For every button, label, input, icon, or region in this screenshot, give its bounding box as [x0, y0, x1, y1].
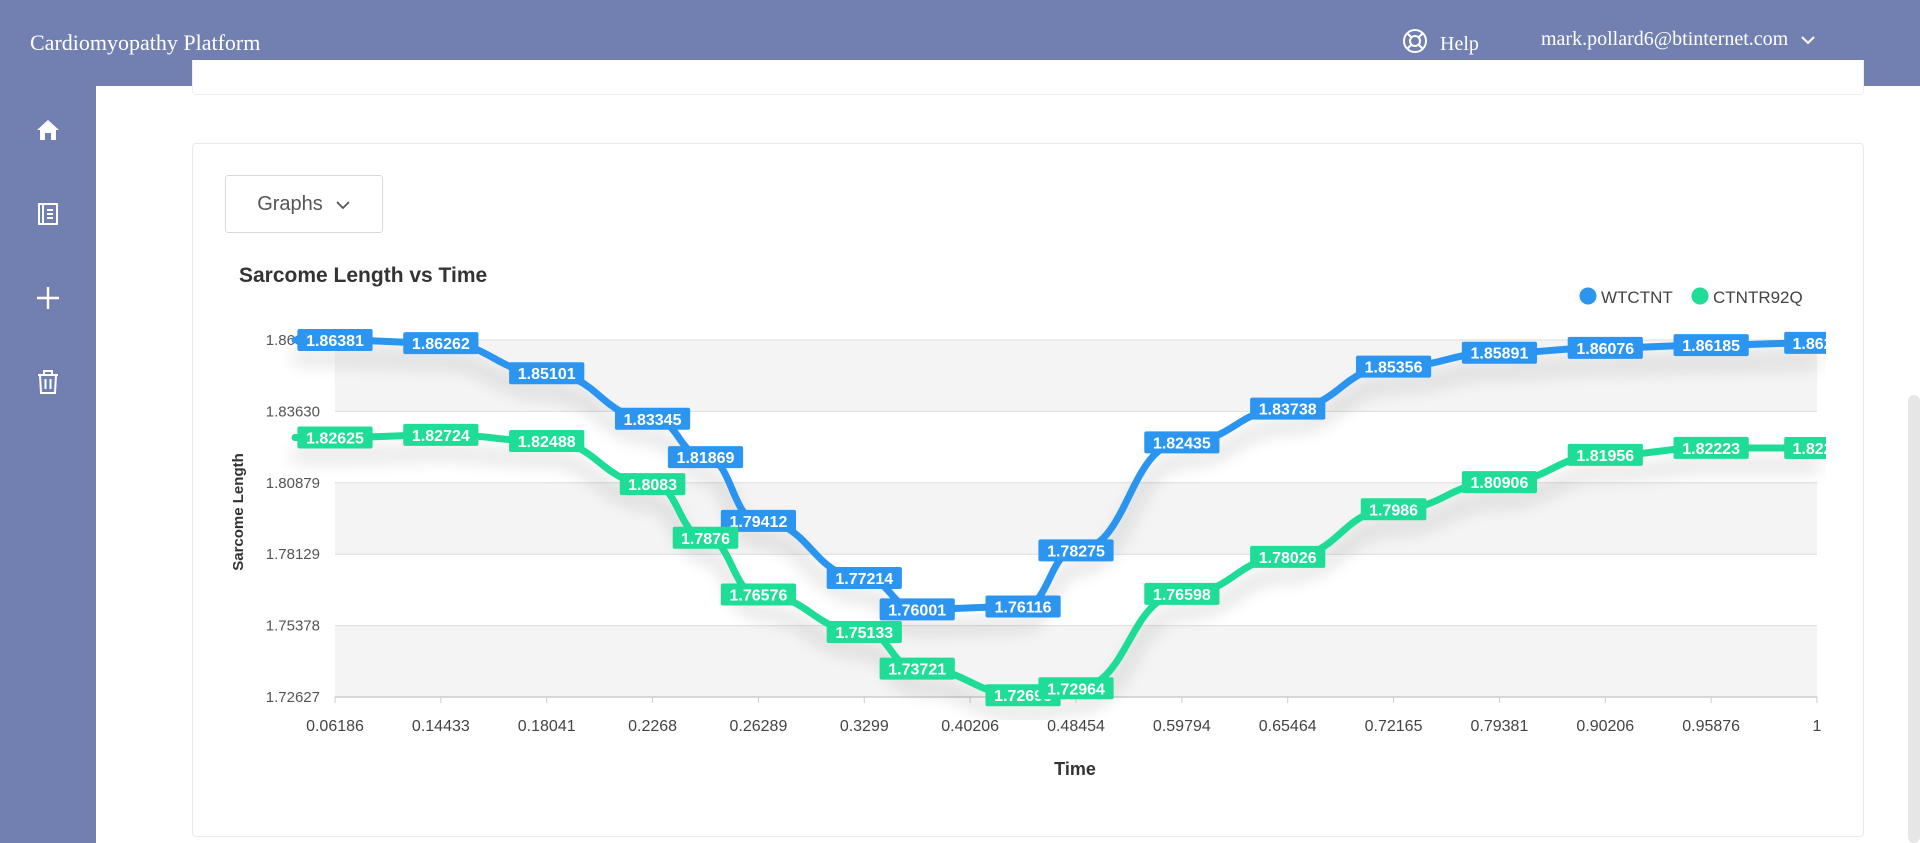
help-label: Help [1440, 32, 1479, 55]
sidebar-item-add[interactable] [30, 282, 66, 318]
graphs-dropdown-button[interactable]: Graphs [225, 175, 383, 233]
plus-icon [35, 285, 61, 316]
home-icon [35, 117, 61, 148]
app-title[interactable]: Cardiomyopathy Platform [30, 30, 260, 56]
sidebar-item-records[interactable] [30, 198, 66, 234]
page-scrollbar[interactable] [1908, 395, 1920, 843]
sidebar [0, 86, 96, 843]
previous-card [192, 60, 1864, 95]
help-button[interactable]: Help [1402, 28, 1479, 60]
chevron-down-icon [1800, 28, 1816, 51]
chevron-down-icon [335, 193, 351, 216]
lifebuoy-icon [1402, 28, 1428, 60]
sidebar-item-delete[interactable] [30, 366, 66, 402]
graphs-button-label: Graphs [257, 192, 323, 215]
sidebar-item-home[interactable] [30, 114, 66, 150]
trash-icon [35, 369, 61, 400]
user-menu[interactable]: mark.pollard6@btinternet.com [1541, 28, 1816, 51]
user-email: mark.pollard6@btinternet.com [1541, 28, 1789, 50]
graph-card: Graphs [192, 143, 1864, 837]
notebook-icon [35, 201, 61, 232]
